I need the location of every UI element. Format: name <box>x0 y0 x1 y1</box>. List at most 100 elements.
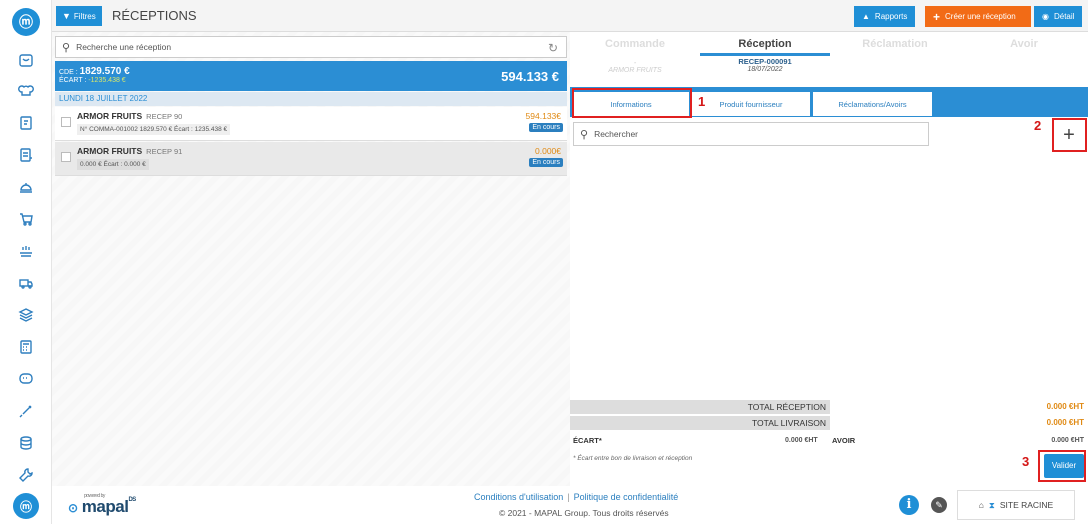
footer-links: Conditions d'utilisation | Politique de co… <box>474 492 678 502</box>
link-separator: | <box>567 492 570 502</box>
reception-id: RECEP-000091 <box>738 57 792 66</box>
privacy-link[interactable]: Politique de confidentialité <box>574 492 679 502</box>
site-label: SITE RACINE <box>999 500 1054 510</box>
subtab-produit-fournisseur[interactable]: Produit fournisseur <box>691 91 811 117</box>
avoir-value: 0.000 €HT <box>1051 437 1084 444</box>
powered-by-text: powered by <box>84 493 105 499</box>
reception-amount: 0.000€ <box>535 146 561 156</box>
sidebar: ⓜ ⓜ <box>0 0 52 524</box>
ecart-line: ÉCART : -1235.438 € <box>59 77 126 84</box>
tab-commande[interactable]: Commande <box>570 34 700 56</box>
invoice-icon[interactable] <box>16 145 36 165</box>
tab-avoir[interactable]: Avoir <box>960 34 1088 56</box>
eye-icon: ◉ <box>1042 12 1049 21</box>
reception-amount: 594.133€ <box>525 111 561 121</box>
cloche-icon[interactable] <box>16 177 36 197</box>
copyright-text: © 2021 - MAPAL Group. Tous droits réserv… <box>499 508 669 518</box>
detail-label: Détail <box>1053 12 1075 21</box>
terms-link[interactable]: Conditions d'utilisation <box>474 492 563 502</box>
reception-ref: RECEP 91 <box>146 147 183 156</box>
day-header: LUNDI 18 JUILLET 2022 <box>55 92 567 106</box>
search-placeholder: Recherche une réception <box>76 42 172 52</box>
mapal-logo: powered by ⊙ mapalDS <box>68 493 136 517</box>
reception-details: N° COMMA-001002 1829.570 € Écart : 1235.… <box>77 124 231 135</box>
commande-meta-supplier: ARMOR FRUITS <box>608 67 662 74</box>
annotation-number-3: 3 <box>1022 454 1030 469</box>
annotation-box-2 <box>1052 118 1087 152</box>
total-reception-label: TOTAL RÉCEPTION <box>570 400 830 414</box>
avoir-label: AVOIR <box>832 436 856 445</box>
total-reception-row: TOTAL RÉCEPTION 0.000 €HT <box>570 400 1088 414</box>
cde-value: 1829.570 € <box>79 66 130 77</box>
cde-line: CDE : 1829.570 € <box>59 66 130 77</box>
order-icon[interactable] <box>16 50 36 70</box>
reception-search-input[interactable]: ⚲ Recherche une réception ↻ <box>55 36 567 58</box>
brand-name: mapal <box>81 497 129 516</box>
subtab-reclamations-avoirs[interactable]: Réclamations/Avoirs <box>812 91 933 117</box>
calculator-icon[interactable] <box>16 337 36 357</box>
create-reception-button[interactable]: + Créer une réception <box>925 6 1031 27</box>
recipe-icon[interactable] <box>16 113 36 133</box>
top-bar: ▼ Filtres RÉCEPTIONS ▲ Rapports + Créer … <box>52 0 1088 32</box>
site-selector-button[interactable]: ⌂ ⧗ SITE RACINE <box>957 490 1075 520</box>
reception-row[interactable]: ARMOR FRUITS RECEP 90 N° COMMA-001002 182… <box>55 107 567 141</box>
database-icon[interactable] <box>16 433 36 453</box>
reception-ref: RECEP 90 <box>146 112 183 121</box>
commande-meta-line1: - <box>633 60 637 67</box>
annotation-number-1: 1 <box>698 94 706 109</box>
status-badge: En cours <box>529 158 563 167</box>
reception-row[interactable]: ARMOR FRUITS RECEP 91 0.000 € Écart : 0.0… <box>55 142 567 176</box>
tab-reclamation[interactable]: Réclamation <box>830 34 960 56</box>
ecart-avoir-row: ÉCART* 0.000 €HT AVOIR 0.000 €HT <box>570 434 1088 448</box>
row-checkbox[interactable] <box>61 152 71 162</box>
stock-icon[interactable] <box>16 305 36 325</box>
reports-icon: ▲ <box>862 12 870 21</box>
dish-icon[interactable] <box>16 241 36 261</box>
cde-prefix: CDE : <box>59 69 78 76</box>
site-icon: ⧗ <box>988 499 995 510</box>
plus-icon: + <box>933 9 941 24</box>
chat-bubble-icon[interactable]: ✎ <box>931 497 947 513</box>
total-livraison-label: TOTAL LIVRAISON <box>570 416 830 430</box>
annotation-box-1 <box>572 88 692 118</box>
supplier-name: ARMOR FRUITS RECEP 91 <box>77 146 182 156</box>
supplier-label: ARMOR FRUITS <box>77 111 143 121</box>
ecart-label: ÉCART* <box>573 436 602 445</box>
reception-details: 0.000 € Écart : 0.000 € <box>77 159 149 170</box>
ecart-value: 0.000 €HT <box>785 437 818 444</box>
supplier-label: ARMOR FRUITS <box>77 146 143 156</box>
page-title: RÉCEPTIONS <box>112 8 197 23</box>
reports-button[interactable]: ▲ Rapports <box>854 6 916 27</box>
app-logo-icon[interactable]: ⓜ <box>12 8 40 36</box>
reception-date: 18/07/2022 <box>747 66 783 73</box>
ecart-value: -1235.438 € <box>88 77 126 84</box>
syringe-icon[interactable] <box>16 401 36 421</box>
detail-button[interactable]: ◉ Détail <box>1034 6 1083 27</box>
ecart-footnote: * Écart entre bon de livraison et récept… <box>573 455 693 462</box>
truck-icon[interactable] <box>16 273 36 293</box>
annotation-number-2: 2 <box>1034 118 1042 133</box>
home-icon: ⌂ <box>978 500 984 510</box>
info-icon[interactable]: i <box>899 495 919 515</box>
filter-label: Filtres <box>73 11 96 21</box>
chef-hat-icon[interactable] <box>16 80 36 100</box>
total-reception-value: 0.000 €HT <box>1046 402 1084 411</box>
cart-icon[interactable] <box>16 209 36 229</box>
row-checkbox[interactable] <box>61 117 71 127</box>
search-icon: ⚲ <box>62 41 71 54</box>
total-livraison-row: TOTAL LIVRAISON 0.000 €HT <box>570 416 1088 430</box>
ecart-prefix: ÉCART : <box>59 77 87 84</box>
mapal-logo-icon: ⊙ <box>68 501 78 515</box>
wrench-icon[interactable] <box>16 465 36 485</box>
summary-bar: CDE : 1829.570 € ÉCART : -1235.438 € 594… <box>55 61 567 91</box>
user-avatar-icon[interactable]: ⓜ <box>13 493 39 519</box>
product-search-input[interactable]: ⚲ Rechercher <box>573 122 929 146</box>
refresh-icon[interactable]: ↻ <box>548 41 558 55</box>
chat-icon[interactable] <box>16 369 36 389</box>
search-placeholder: Rechercher <box>594 129 638 139</box>
tab-reception[interactable]: Réception <box>700 34 830 56</box>
footer: powered by ⊙ mapalDS Conditions d'utilis… <box>52 486 1088 524</box>
total-livraison-value: 0.000 €HT <box>1046 418 1084 427</box>
reception-meta: RECEP-000091 18/07/2022 <box>700 57 830 73</box>
filter-button[interactable]: ▼ Filtres <box>56 6 102 26</box>
